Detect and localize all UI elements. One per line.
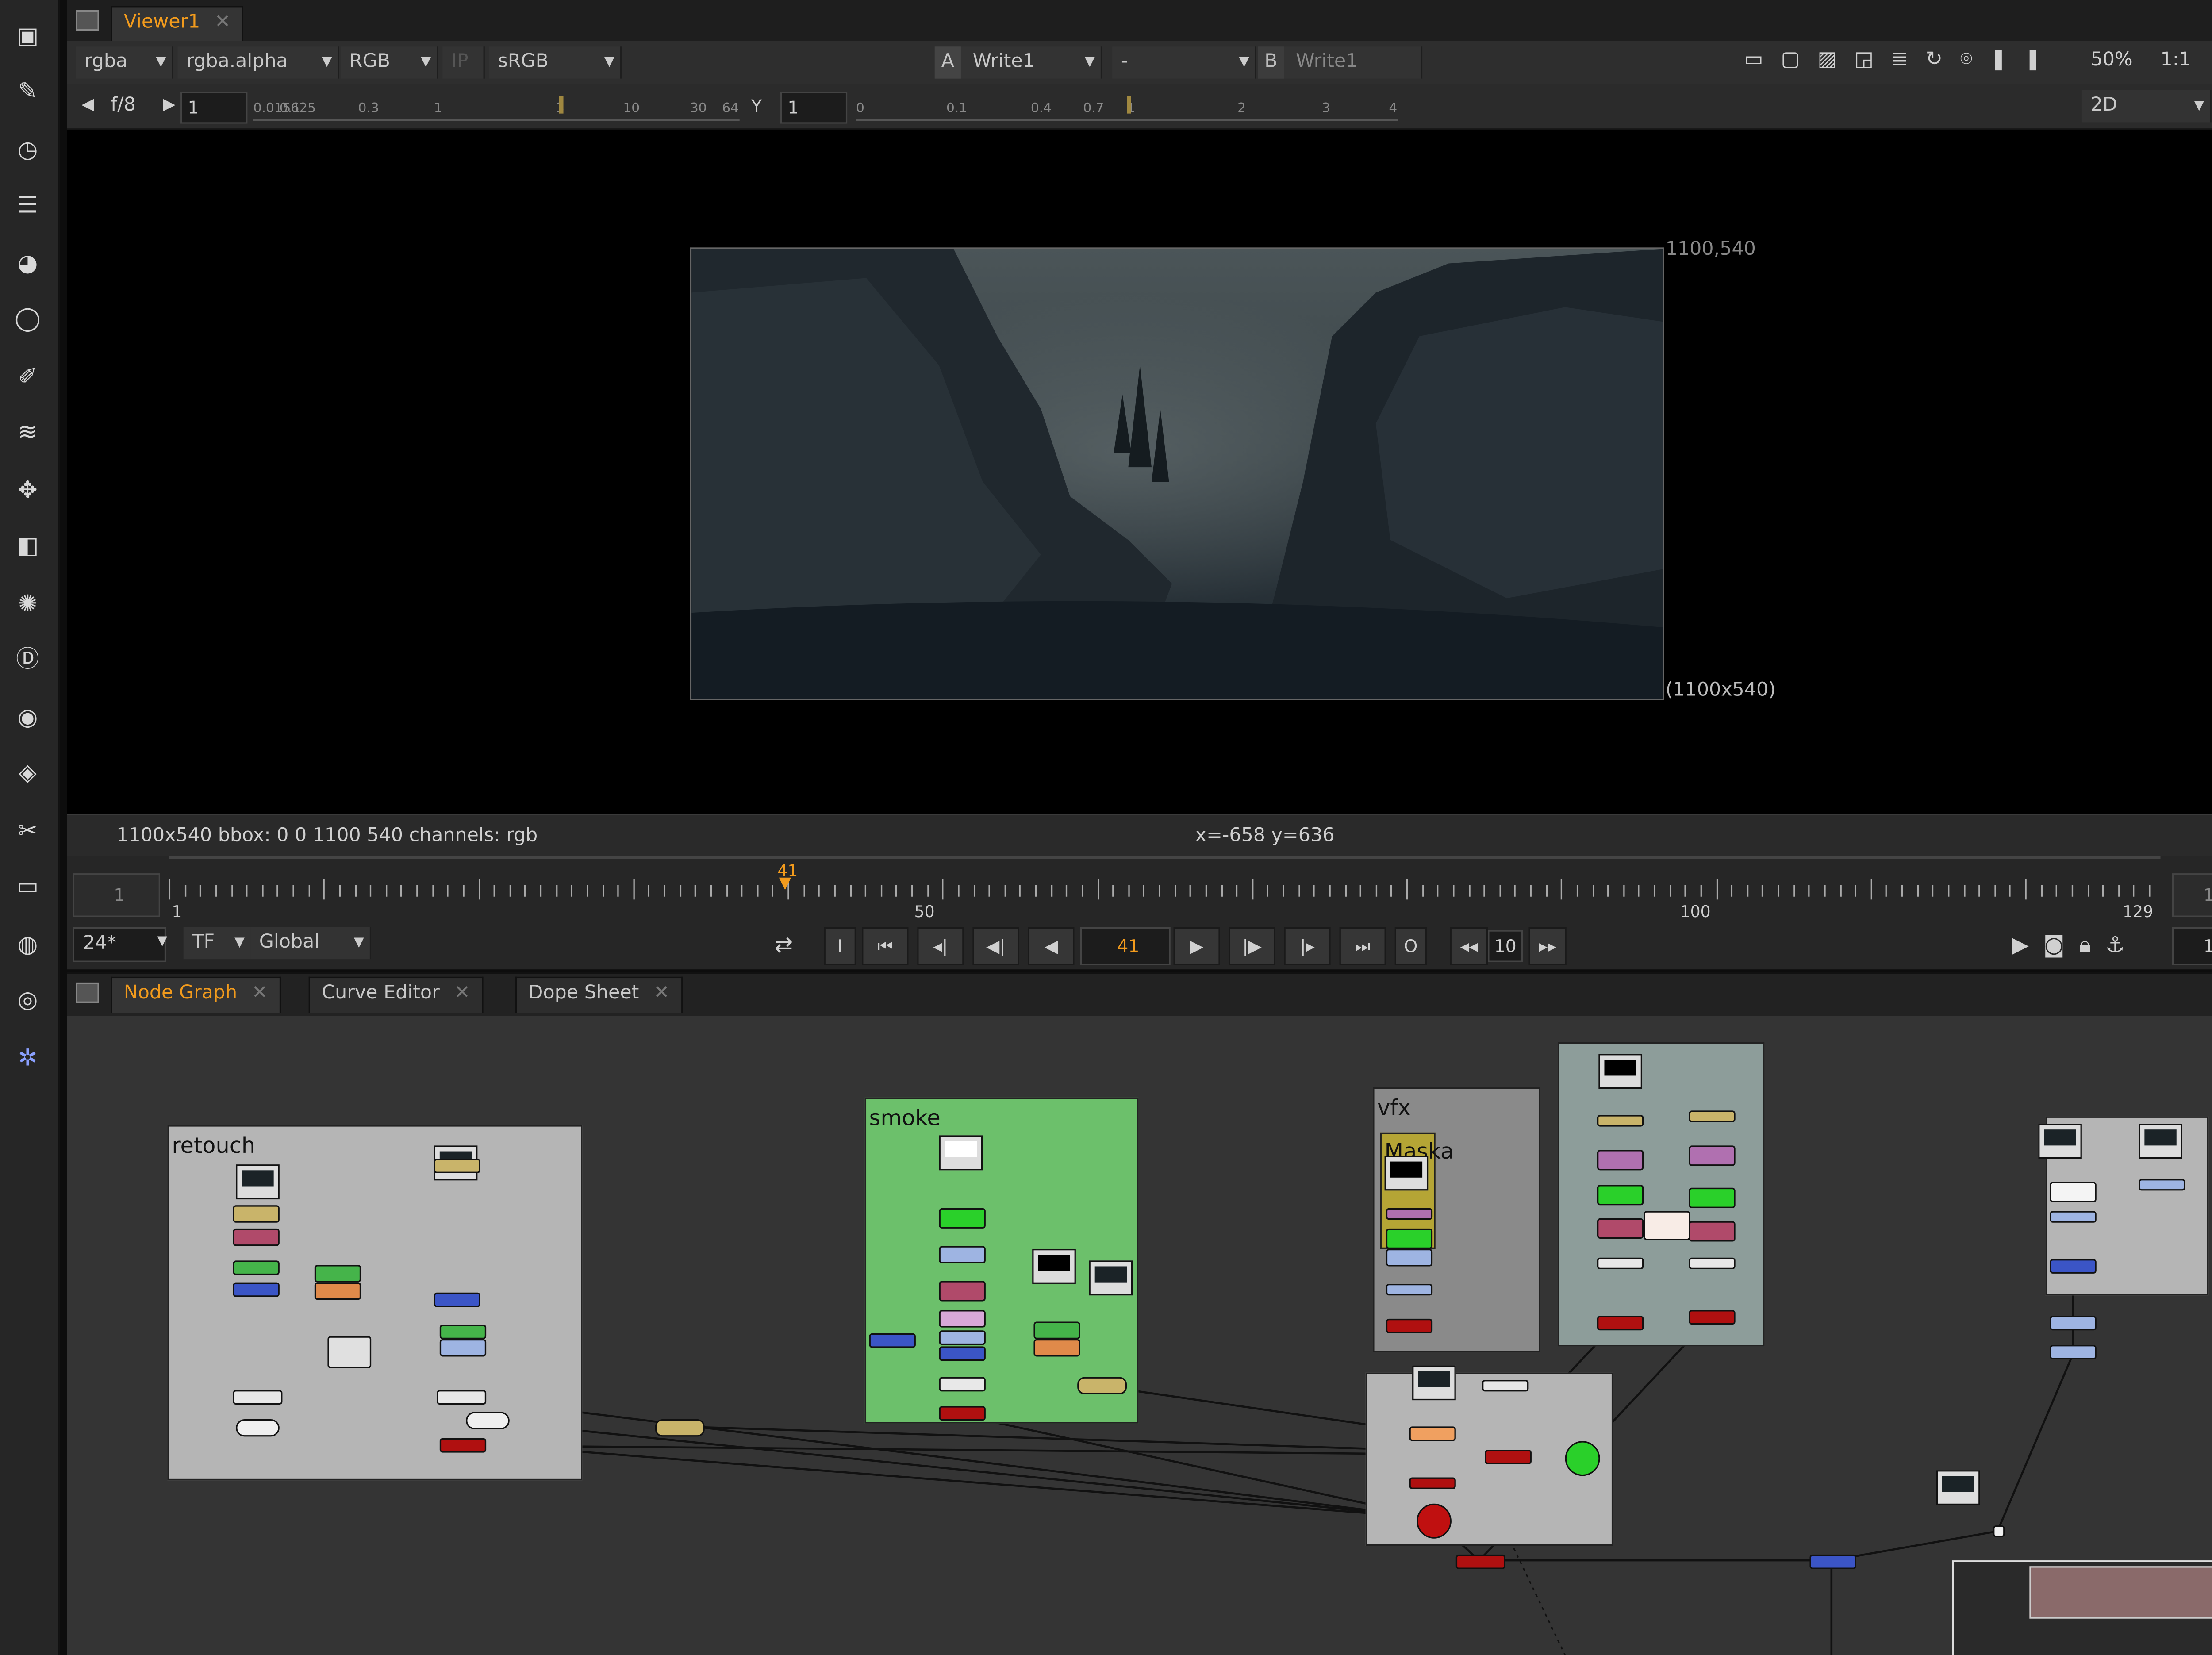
transform-node[interactable] bbox=[1386, 1248, 1433, 1267]
keyer-node[interactable] bbox=[1386, 1208, 1433, 1220]
write-node[interactable] bbox=[1597, 1316, 1644, 1331]
transform-node[interactable] bbox=[233, 1228, 280, 1246]
transform-node[interactable] bbox=[939, 1246, 986, 1263]
dot-node[interactable] bbox=[939, 1377, 986, 1392]
read-node[interactable] bbox=[1089, 1260, 1133, 1296]
dot-node[interactable] bbox=[233, 1390, 283, 1405]
navigator-viewport[interactable] bbox=[2029, 1566, 2212, 1619]
dot-node[interactable] bbox=[437, 1390, 487, 1405]
filter-node[interactable] bbox=[869, 1333, 916, 1348]
dot-node[interactable] bbox=[1077, 1377, 1127, 1395]
color-node[interactable] bbox=[1597, 1185, 1644, 1206]
filter-node[interactable] bbox=[233, 1282, 280, 1297]
merge-node[interactable] bbox=[1689, 1221, 1736, 1242]
grade-node[interactable] bbox=[1689, 1110, 1736, 1122]
transform-node[interactable] bbox=[2139, 1179, 2185, 1191]
dot-node[interactable] bbox=[655, 1419, 705, 1437]
color-node[interactable] bbox=[314, 1265, 361, 1283]
switch-node[interactable] bbox=[2050, 1182, 2097, 1202]
write-node[interactable] bbox=[1485, 1450, 1532, 1464]
backdrop-label: smoke bbox=[869, 1105, 941, 1131]
grade-node[interactable] bbox=[434, 1158, 480, 1173]
merge-node[interactable] bbox=[466, 1412, 510, 1429]
transform-node[interactable] bbox=[2050, 1211, 2097, 1223]
filter-node[interactable] bbox=[2050, 1259, 2097, 1274]
read-node[interactable] bbox=[1936, 1470, 1980, 1505]
merge-node[interactable] bbox=[236, 1419, 280, 1437]
dot-node[interactable] bbox=[1597, 1257, 1644, 1270]
node-graph-navigator[interactable] bbox=[1952, 1560, 2212, 1655]
read-node[interactable] bbox=[1598, 1054, 1643, 1089]
viewer-node[interactable] bbox=[1416, 1503, 1452, 1539]
paint-node[interactable] bbox=[314, 1282, 361, 1300]
color-node[interactable] bbox=[233, 1260, 280, 1275]
transform-node[interactable] bbox=[939, 1330, 986, 1345]
write-node[interactable] bbox=[939, 1406, 986, 1421]
nuke-window: ▣ ✎ ◷ ☰ ◕ ◯ ✐ ≋ ✥ ◧ ✺ Ⓓ ◉ ◈ ✂ ▭ ◍ ◎ ✲ Vi… bbox=[0, 0, 2212, 1655]
color-node[interactable] bbox=[1386, 1228, 1433, 1249]
read-node[interactable] bbox=[1384, 1156, 1429, 1191]
grade-node[interactable] bbox=[233, 1205, 280, 1223]
transform-node[interactable] bbox=[439, 1339, 487, 1357]
color-node[interactable] bbox=[439, 1325, 487, 1339]
keyer-node[interactable] bbox=[1597, 1150, 1644, 1171]
write-node[interactable] bbox=[1409, 1477, 1456, 1489]
keyer-node[interactable] bbox=[939, 1310, 986, 1328]
color-node[interactable] bbox=[1033, 1321, 1080, 1339]
filter-node[interactable] bbox=[1809, 1554, 1856, 1569]
read-node[interactable] bbox=[2038, 1124, 2082, 1159]
read-node[interactable] bbox=[1412, 1365, 1456, 1401]
backdrop-retouch[interactable]: retouch bbox=[167, 1125, 583, 1481]
filter-node[interactable] bbox=[939, 1346, 986, 1361]
filter-node[interactable] bbox=[434, 1292, 480, 1307]
checker-node[interactable] bbox=[327, 1336, 372, 1368]
merge-node[interactable] bbox=[939, 1281, 986, 1302]
transform-node[interactable] bbox=[2050, 1316, 2097, 1331]
backdrop-label: retouch bbox=[172, 1132, 256, 1159]
read-node[interactable] bbox=[2139, 1124, 2182, 1159]
transform-node[interactable] bbox=[1386, 1283, 1433, 1296]
write-node[interactable] bbox=[1689, 1310, 1736, 1325]
color-node[interactable] bbox=[1689, 1187, 1736, 1208]
dot-node[interactable] bbox=[1993, 1525, 2005, 1537]
merge-node[interactable] bbox=[1597, 1218, 1644, 1239]
read-node[interactable] bbox=[1032, 1248, 1076, 1284]
backdrop-label: vfx bbox=[1377, 1094, 1411, 1121]
read-node[interactable] bbox=[236, 1164, 280, 1200]
write-node[interactable] bbox=[439, 1438, 487, 1453]
grade-node[interactable] bbox=[1597, 1115, 1644, 1127]
transform-node[interactable] bbox=[1409, 1426, 1456, 1441]
write-node[interactable] bbox=[1386, 1318, 1433, 1333]
viewer-input-node[interactable] bbox=[1565, 1441, 1600, 1476]
dot-node[interactable] bbox=[1689, 1257, 1736, 1270]
write-node[interactable] bbox=[1455, 1554, 1505, 1569]
keyer-node[interactable] bbox=[1689, 1145, 1736, 1166]
transform-node[interactable] bbox=[2050, 1345, 2097, 1360]
color-node[interactable] bbox=[939, 1208, 986, 1229]
constant-node[interactable] bbox=[1644, 1211, 1690, 1240]
paint-node[interactable] bbox=[1033, 1339, 1080, 1357]
constant-node[interactable] bbox=[939, 1135, 983, 1171]
dot-node[interactable] bbox=[1482, 1380, 1529, 1392]
